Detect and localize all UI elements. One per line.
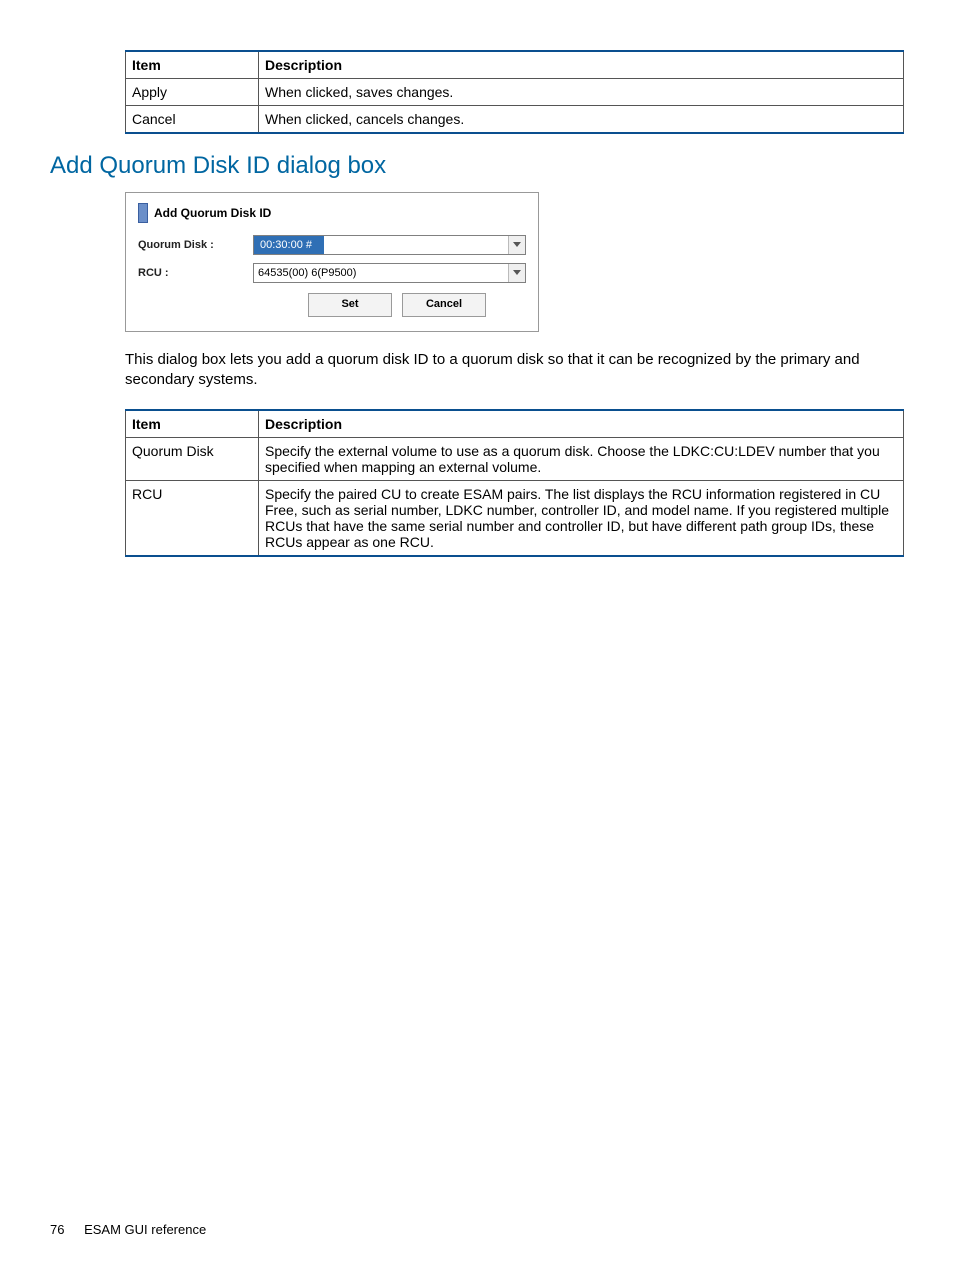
dialog-row-quorum: Quorum Disk : 00:30:00 # (138, 235, 526, 255)
cell-item: Quorum Disk (126, 437, 259, 480)
footer-section: ESAM GUI reference (84, 1222, 206, 1237)
col-item: Item (126, 410, 259, 438)
dialog-button-row: Set Cancel (138, 293, 526, 317)
dialog-row-rcu: RCU : 64535(00) 6(P9500) (138, 263, 526, 283)
quorum-disk-value[interactable]: 00:30:00 # (253, 235, 526, 255)
table-row: Apply When clicked, saves changes. (126, 79, 904, 106)
table-apply-cancel: Item Description Apply When clicked, sav… (125, 50, 904, 134)
table-row: RCU Specify the paired CU to create ESAM… (126, 480, 904, 556)
table-header-row: Item Description (126, 51, 904, 79)
dialog-title-row: Add Quorum Disk ID (138, 203, 526, 223)
cell-desc: Specify the external volume to use as a … (259, 437, 904, 480)
cancel-button[interactable]: Cancel (402, 293, 486, 317)
chevron-down-icon[interactable] (508, 236, 525, 254)
quorum-disk-label: Quorum Disk : (138, 239, 253, 251)
section-heading: Add Quorum Disk ID dialog box (50, 152, 904, 180)
cell-desc: Specify the paired CU to create ESAM pai… (259, 480, 904, 556)
table-field-descriptions: Item Description Quorum Disk Specify the… (125, 409, 904, 557)
cell-item: Cancel (126, 106, 259, 134)
col-desc: Description (259, 410, 904, 438)
cell-item: Apply (126, 79, 259, 106)
col-desc: Description (259, 51, 904, 79)
cell-desc: When clicked, cancels changes. (259, 106, 904, 134)
rcu-label: RCU : (138, 267, 253, 279)
dialog-title: Add Quorum Disk ID (154, 206, 271, 220)
table-header-row: Item Description (126, 410, 904, 438)
rcu-value[interactable]: 64535(00) 6(P9500) (253, 263, 526, 283)
dialog-title-icon (138, 203, 148, 223)
cell-item: RCU (126, 480, 259, 556)
rcu-select[interactable]: 64535(00) 6(P9500) (253, 263, 526, 283)
intro-paragraph: This dialog box lets you add a quorum di… (125, 350, 904, 391)
cell-desc: When clicked, saves changes. (259, 79, 904, 106)
table-row: Cancel When clicked, cancels changes. (126, 106, 904, 134)
set-button[interactable]: Set (308, 293, 392, 317)
table-row: Quorum Disk Specify the external volume … (126, 437, 904, 480)
chevron-down-icon[interactable] (508, 264, 525, 282)
add-quorum-dialog: Add Quorum Disk ID Quorum Disk : 00:30:0… (125, 192, 539, 332)
page-number: 76 (50, 1222, 64, 1237)
col-item: Item (126, 51, 259, 79)
page-footer: 76 ESAM GUI reference (50, 1222, 206, 1237)
quorum-disk-select[interactable]: 00:30:00 # (253, 235, 526, 255)
